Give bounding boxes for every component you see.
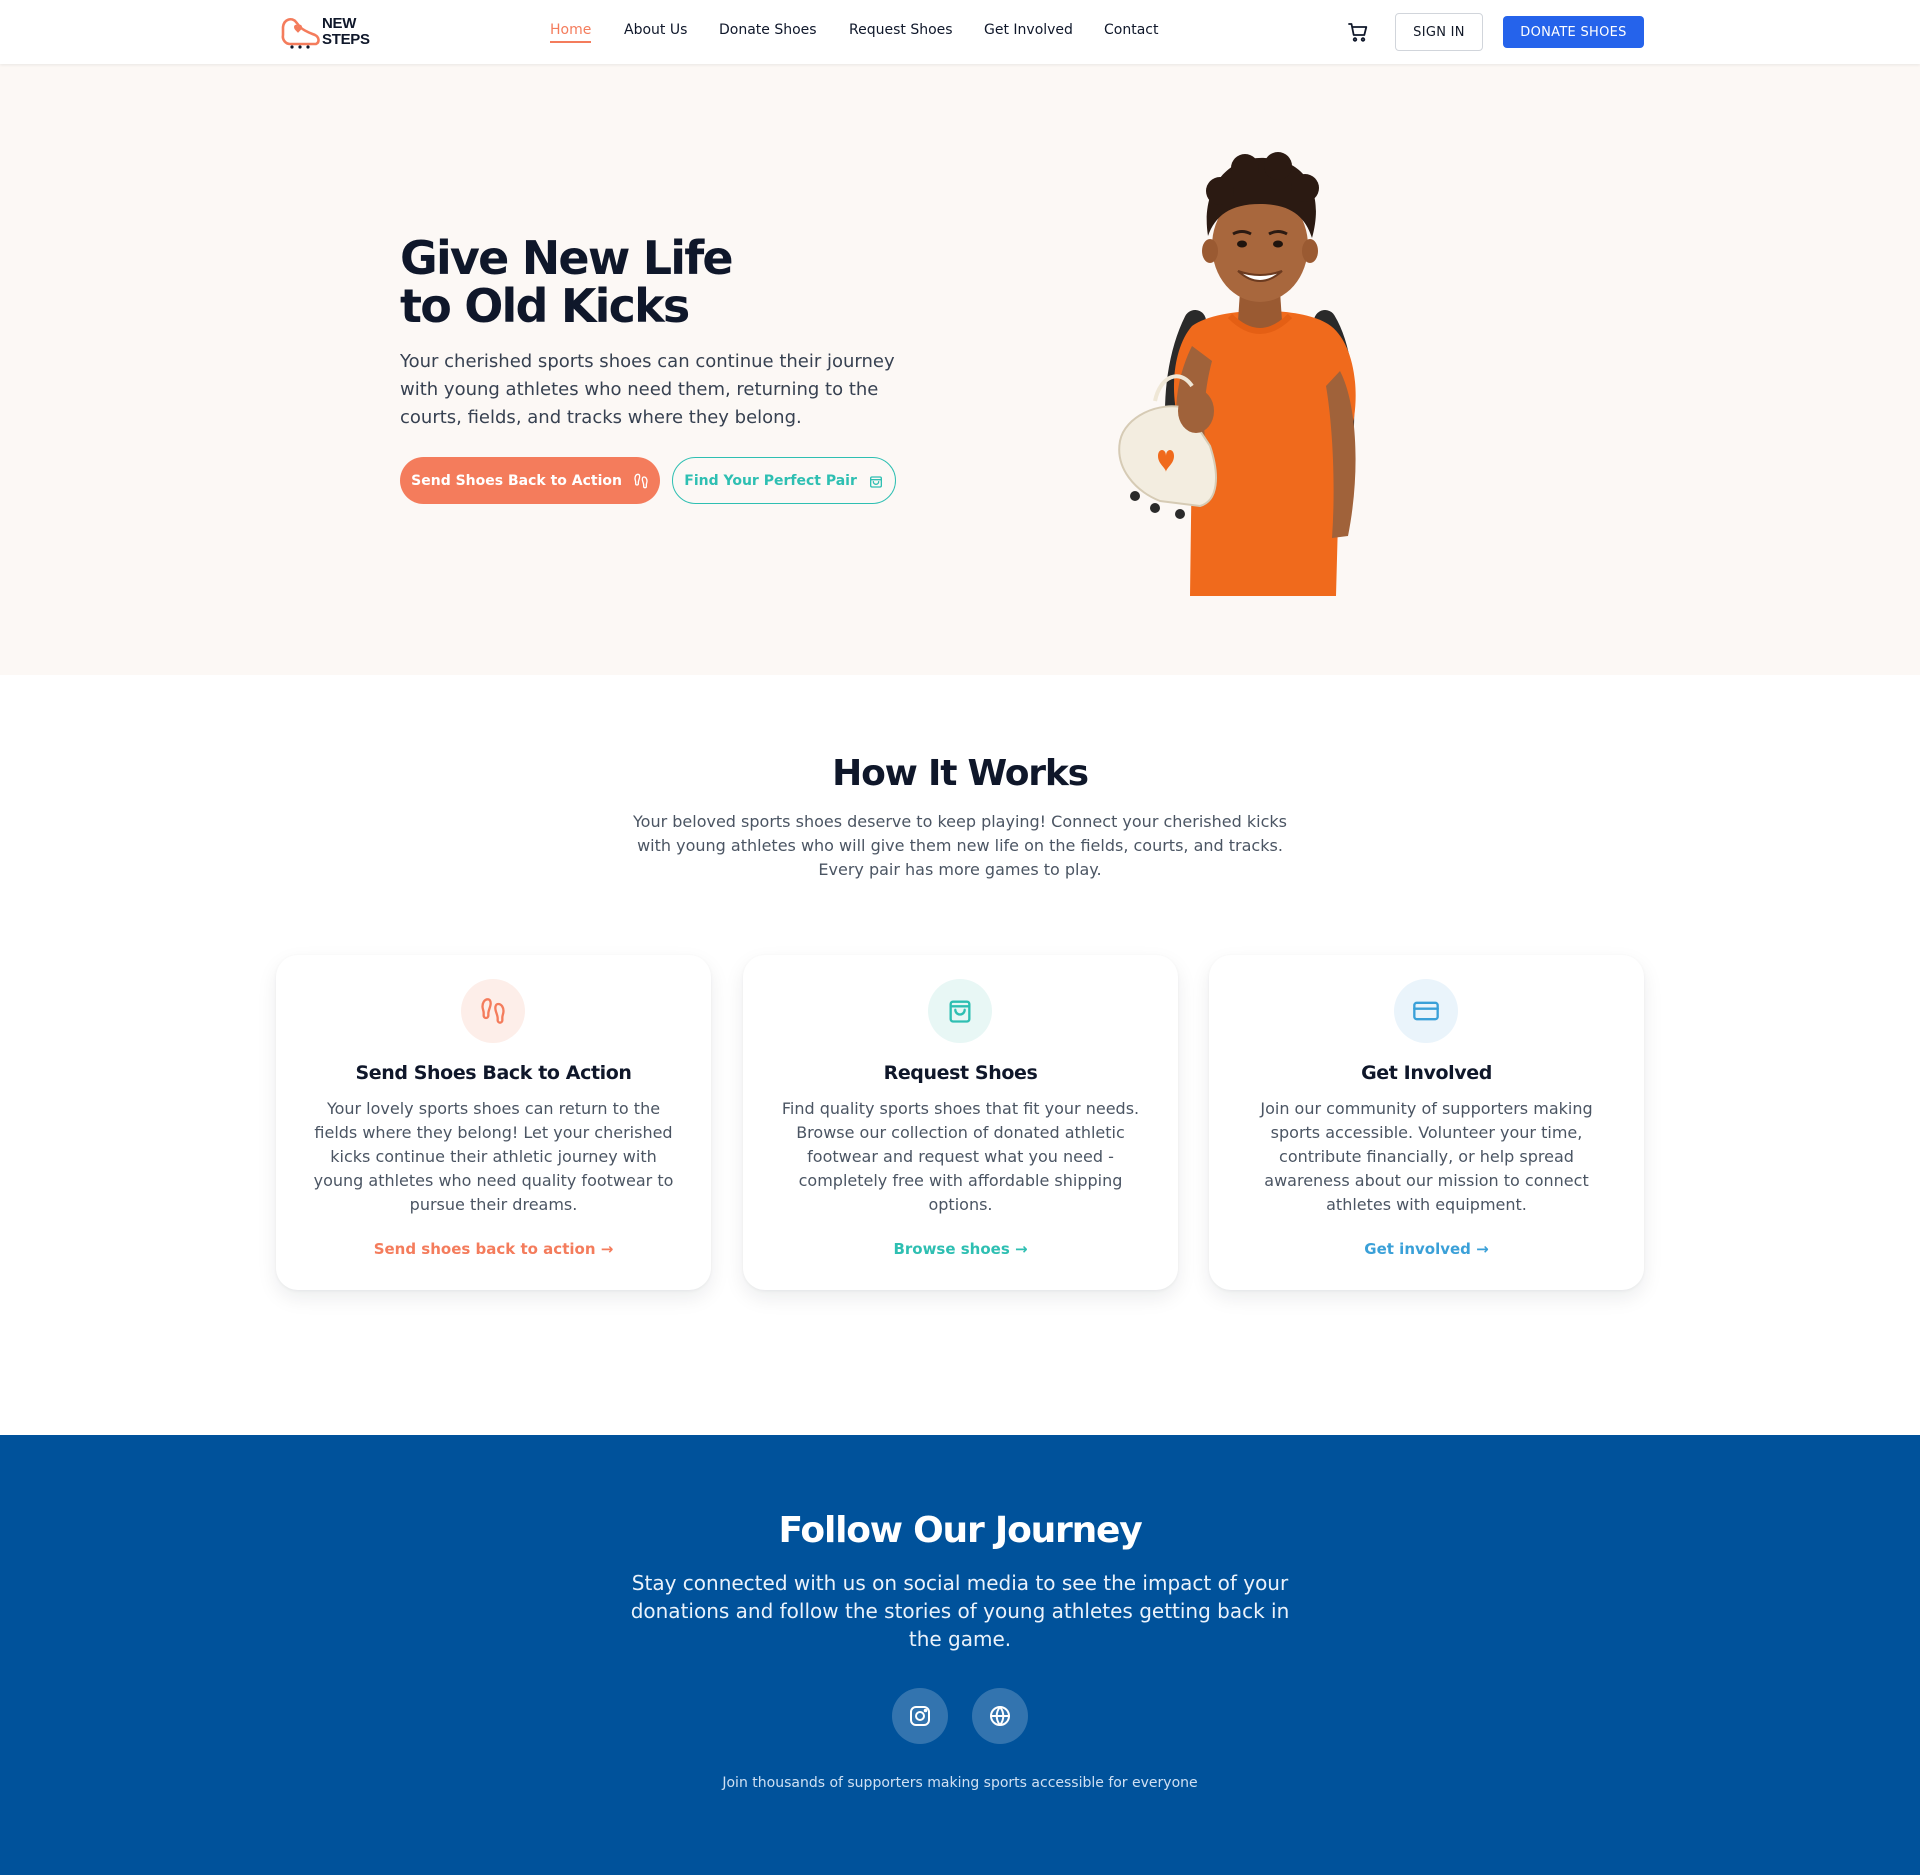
hero-title: Give New Life to Old Kicks [400, 231, 734, 333]
hero-section: Give New Life to Old Kicks Your cherishe… [0, 64, 1920, 675]
footprints-icon [481, 998, 505, 1024]
card-get-involved: Get Involved Join our community of suppo… [1209, 955, 1644, 1290]
card-link-row: Browse shoes → [743, 1240, 1178, 1258]
follow-journey-section: Follow Our Journey Stay connected with u… [0, 1435, 1920, 1875]
card-icon-circle [928, 979, 992, 1043]
card-title: Get Involved [1361, 1062, 1492, 1084]
nav-item-request-shoes[interactable]: Request Shoes [849, 22, 953, 38]
instagram-button[interactable] [892, 1688, 948, 1744]
how-it-works-section: How It Works Your beloved sports shoes d… [0, 675, 1920, 1435]
journey-title: Follow Our Journey [778, 1510, 1142, 1551]
card-link-row: Get involved → [1209, 1240, 1644, 1258]
get-involved-link[interactable]: Get involved → [1364, 1240, 1488, 1258]
card-request-shoes: Request Shoes Find quality sports shoes … [743, 955, 1178, 1290]
instagram-icon [910, 1706, 930, 1726]
hero-title-line1: Give New Life [400, 231, 734, 285]
card-body: Join our community of supporters making … [1260, 1099, 1593, 1214]
card-icon-circle [461, 979, 525, 1043]
donate-shoes-button[interactable]: DONATE SHOES [1503, 16, 1644, 48]
nav-item-home[interactable]: Home [550, 22, 592, 43]
card-link-row: Send shoes back to action → [276, 1240, 711, 1258]
card-body: Find quality sports shoes that fit your … [781, 1099, 1140, 1214]
journey-subtitle: Stay connected with us on social media t… [630, 1571, 1290, 1651]
shopping-cart-icon[interactable] [1346, 20, 1370, 44]
shopping-bag-icon [949, 1000, 971, 1023]
find-perfect-pair-button[interactable]: Find Your Perfect Pair [672, 457, 896, 504]
globe-icon [990, 1706, 1010, 1726]
site-header: NEW STEPS Home About Us Donate Shoes Req… [0, 0, 1920, 64]
boy-holding-shoe-illustration [1118, 152, 1356, 596]
nav-item-contact[interactable]: Contact [1104, 22, 1158, 38]
send-shoes-back-label: Send Shoes Back to Action [411, 472, 622, 489]
card-title: Send Shoes Back to Action [355, 1062, 632, 1084]
nav-item-about-us[interactable]: About Us [624, 22, 687, 38]
card-title: Request Shoes [883, 1062, 1038, 1084]
hero-title-line2: to Old Kicks [400, 279, 690, 333]
card-icon-circle [1394, 979, 1458, 1043]
sign-in-button[interactable]: SIGN IN [1395, 13, 1483, 51]
journey-footer-note: Join thousands of supporters making spor… [722, 1775, 1198, 1791]
credit-card-icon [1413, 1001, 1439, 1021]
footprints-icon [634, 473, 648, 488]
hero-description: Your cherished sports shoes can continue… [400, 351, 895, 428]
how-it-works-title: How It Works [832, 753, 1089, 794]
card-body: Your lovely sports shoes can return to t… [313, 1099, 674, 1214]
nav-item-donate-shoes[interactable]: Donate Shoes [719, 22, 817, 38]
shopping-bag-icon [869, 475, 882, 488]
send-shoes-back-link[interactable]: Send shoes back to action → [374, 1240, 614, 1258]
find-perfect-pair-label: Find Your Perfect Pair [684, 472, 857, 489]
website-button[interactable] [972, 1688, 1028, 1744]
how-it-works-subtitle: Your beloved sports shoes deserve to kee… [633, 812, 1287, 879]
browse-shoes-link[interactable]: Browse shoes → [893, 1240, 1027, 1258]
send-shoes-back-button[interactable]: Send Shoes Back to Action [400, 457, 660, 504]
nav-item-get-involved[interactable]: Get Involved [984, 22, 1073, 38]
card-send-shoes: Send Shoes Back to Action Your lovely sp… [276, 955, 711, 1290]
